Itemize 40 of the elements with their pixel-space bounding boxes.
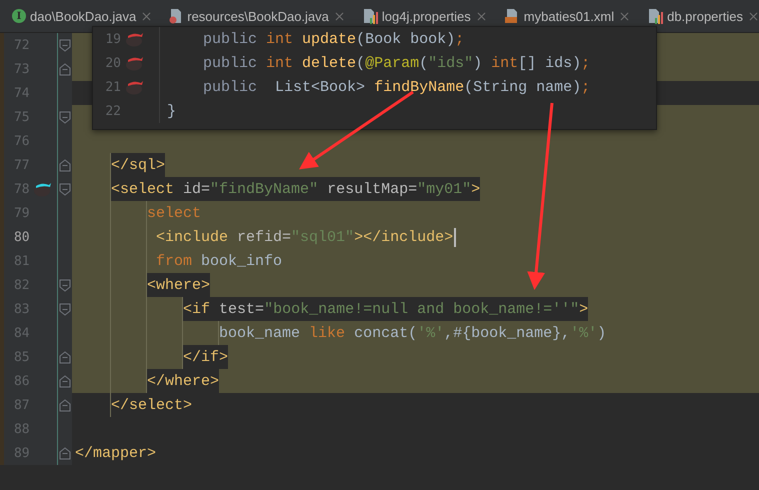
- editor-tab[interactable]: mybaties01.xml: [492, 0, 636, 32]
- close-icon[interactable]: [332, 10, 346, 22]
- code-line: from book_info: [156, 252, 282, 272]
- fold-marker-icon[interactable]: [59, 374, 72, 388]
- line-number: 22: [104, 104, 121, 118]
- fold-marker-icon[interactable]: [59, 302, 72, 316]
- code-line: public int delete(@Param("ids") int[] ids);: [202, 54, 590, 72]
- code-line: book_name like concat('%',#{book_name},'%'): [219, 324, 606, 344]
- fold-marker-icon[interactable]: [59, 182, 72, 196]
- close-icon[interactable]: [474, 10, 488, 22]
- editor-tab[interactable]: log4j.properties: [350, 0, 492, 32]
- properties-file-icon: [647, 8, 664, 24]
- fold-marker-icon[interactable]: [59, 398, 72, 412]
- code-line: select: [147, 204, 202, 224]
- xml-file-icon: [504, 8, 520, 24]
- close-icon[interactable]: [746, 10, 759, 22]
- line-number: 80: [12, 230, 30, 244]
- code-line: }: [166, 102, 176, 120]
- code-line: public int update(Book book);: [202, 30, 464, 48]
- file-icon: [169, 8, 184, 24]
- code-line: </mapper>: [75, 444, 156, 464]
- line-number: 20: [104, 56, 121, 70]
- fold-marker-icon[interactable]: [59, 350, 72, 364]
- fold-marker-icon[interactable]: [59, 38, 72, 52]
- close-icon[interactable]: [618, 10, 632, 22]
- close-icon[interactable]: [140, 10, 154, 22]
- code-line: public List<Book> findByName(String name);: [202, 78, 590, 96]
- fold-marker-icon[interactable]: [59, 158, 72, 172]
- editor-tab[interactable]: db.properties: [635, 0, 759, 32]
- properties-file-icon: [362, 8, 378, 24]
- interface-icon: I: [12, 9, 26, 23]
- fold-marker-icon[interactable]: [59, 278, 72, 292]
- editor-tab[interactable]: resources\BookDao.java: [157, 0, 350, 32]
- fold-marker-icon[interactable]: [59, 110, 72, 124]
- editor-tab[interactable]: I dao\BookDao.java: [0, 0, 158, 32]
- fold-marker-icon[interactable]: [59, 446, 72, 460]
- line-number: 21: [104, 80, 121, 94]
- fold-marker-icon[interactable]: [59, 62, 72, 76]
- text-caret: [454, 228, 456, 246]
- line-number: 19: [104, 32, 121, 46]
